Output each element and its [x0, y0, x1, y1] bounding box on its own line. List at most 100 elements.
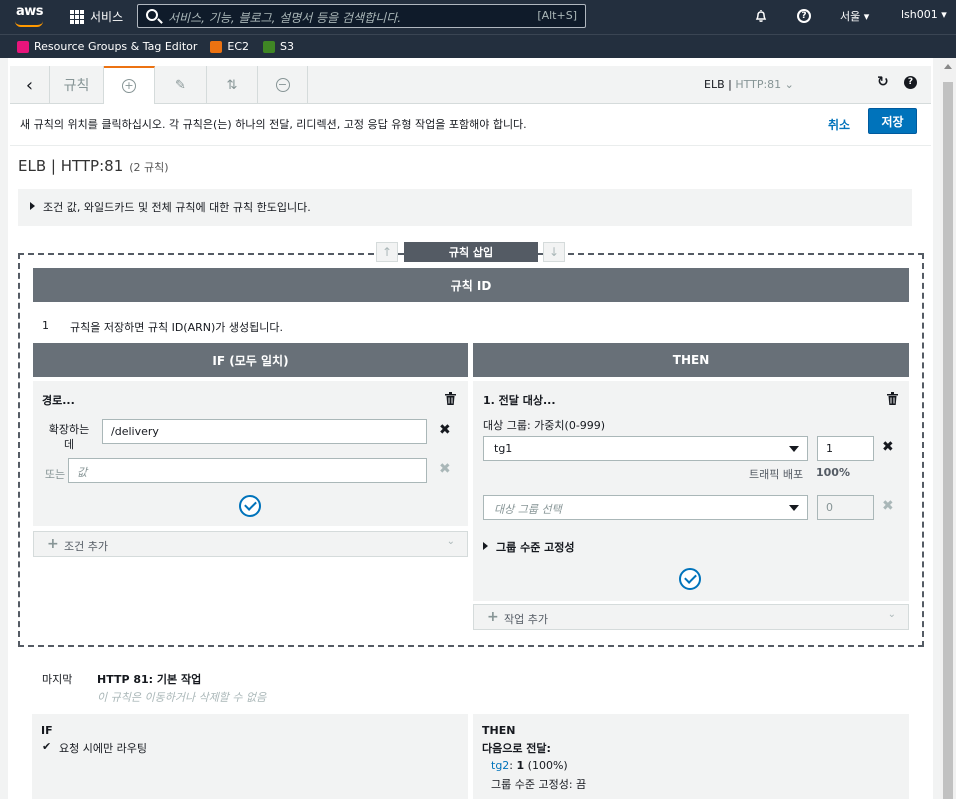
user-menu[interactable]: lsh001 ▾: [901, 8, 947, 21]
default-then-title: THEN: [482, 724, 516, 737]
plus-icon: +: [47, 536, 59, 552]
services-grid-icon: [70, 9, 84, 24]
condition-empty-input[interactable]: 값: [68, 458, 427, 483]
chevron-down-icon: ⌄: [887, 609, 896, 620]
chevron-down-icon: ⌄: [446, 536, 455, 547]
move-down-button[interactable]: ↓: [543, 242, 565, 262]
limits-note-text: 조건 값, 와일드카드 및 전체 규칙에 대한 규칙 한도입니다.: [43, 201, 311, 214]
scroll-up-icon[interactable]: [944, 64, 952, 69]
traffic-distribution-label: 트래픽 배포: [749, 468, 804, 481]
target-separator: :: [509, 759, 517, 772]
plus-icon: +: [487, 609, 499, 625]
add-action-button[interactable]: + 작업 추가 ⌄: [473, 604, 909, 630]
favorite-label: Resource Groups & Tag Editor: [34, 40, 198, 53]
search-shortcut: [Alt+S]: [537, 9, 577, 22]
services-label: 서비스: [90, 10, 124, 24]
vertical-scrollbar[interactable]: [940, 58, 956, 799]
favorites-bar: Resource Groups & Tag Editor EC2 S3: [0, 34, 956, 58]
search-icon: [146, 9, 158, 21]
add-action-label: 작업 추가: [504, 613, 548, 626]
add-condition-label: 조건 추가: [64, 540, 108, 553]
target-group-select-empty[interactable]: 대상 그룹 선택: [483, 495, 808, 520]
help-icon[interactable]: ?: [797, 9, 811, 23]
s3-icon: [263, 40, 276, 53]
confirm-check-icon[interactable]: [239, 495, 261, 517]
target-group-value: tg1: [494, 442, 513, 455]
refresh-icon[interactable]: ↻: [877, 74, 889, 90]
search-input[interactable]: 서비스, 기능, 블로그, 설명서 등을 검색합니다. [Alt+S]: [137, 4, 586, 28]
back-button[interactable]: ‹: [10, 66, 50, 104]
rules-toolbar: ‹ 규칙 + ✎ ⇅ − ELB | HTTP:81 ⌄ ↻ ?: [10, 66, 931, 104]
listener-prefix: ELB |: [704, 78, 736, 91]
favorite-s3[interactable]: S3: [263, 40, 294, 53]
remove-target-disabled-icon: ✖: [882, 498, 894, 514]
default-rule-then: THEN 다음으로 전달: tg2: 1 (100%) 그룹 수준 고정성: 끔: [473, 714, 909, 799]
limits-note[interactable]: 조건 값, 와일드카드 및 전체 규칙에 대한 규칙 한도입니다.: [18, 189, 912, 226]
remove-target-icon[interactable]: ✖: [882, 439, 894, 455]
aws-logo[interactable]: aws: [14, 4, 44, 28]
tab-reorder-rules[interactable]: ⇅: [207, 66, 258, 104]
rule-count: (2 규칙): [129, 161, 169, 174]
top-navigation: aws 서비스 서비스, 기능, 블로그, 설명서 등을 검색합니다. [Alt…: [0, 0, 956, 34]
remove-value-disabled-icon: ✖: [439, 461, 451, 477]
tab-rules[interactable]: 규칙: [50, 66, 104, 104]
target-weight: 1: [516, 759, 525, 772]
rule-id-header: 규칙 ID: [33, 268, 909, 302]
condition-value-input[interactable]: /delivery: [102, 419, 427, 444]
remove-value-icon[interactable]: ✖: [439, 422, 451, 438]
pencil-icon: ✎: [175, 77, 186, 93]
action-title: 1. 전달 대상...: [483, 394, 556, 407]
page-title: ELB | HTTP:81 (2 규칙): [18, 157, 169, 175]
save-button[interactable]: 저장: [868, 108, 917, 134]
insert-rule-label: 규칙 삽입: [404, 242, 538, 262]
bell-icon[interactable]: [754, 9, 768, 23]
condition-panel: 경로... 확장하는 데 /delivery ✖ 또는 값 ✖: [33, 381, 468, 526]
favorite-label: S3: [280, 40, 295, 53]
instruction-message: 새 규칙의 위치를 클릭하십시오. 각 규칙은(는) 하나의 전달, 리디렉션,…: [20, 118, 527, 131]
dropdown-caret-icon: [789, 505, 799, 511]
expand-triangle-icon: [483, 542, 488, 550]
condition-or-label: 또는: [44, 468, 66, 481]
tab-insert-rule[interactable]: +: [104, 66, 155, 104]
then-header: THEN: [473, 343, 909, 377]
cancel-button[interactable]: 취소: [828, 116, 850, 133]
group-stickiness-toggle[interactable]: 그룹 수준 고정성: [483, 539, 575, 555]
weight-input[interactable]: 1: [817, 436, 874, 461]
expand-triangle-icon: [30, 202, 35, 210]
target-group-select[interactable]: tg1: [483, 436, 808, 461]
default-if-text: 요청 시에만 라우팅: [59, 742, 147, 755]
help-icon[interactable]: ?: [904, 76, 917, 89]
last-rule-title: HTTP 81: 기본 작업: [97, 673, 202, 686]
resource-groups-icon: [17, 40, 29, 53]
forward-label: 다음으로 전달:: [482, 742, 551, 755]
if-header: IF (모두 일치): [33, 343, 468, 377]
favorite-ec2[interactable]: EC2: [210, 40, 249, 53]
add-condition-button[interactable]: + 조건 추가 ⌄: [33, 531, 468, 557]
rule-id-note: 규칙을 저장하면 규칙 ID(ARN)가 생성됩니다.: [70, 321, 283, 334]
services-menu[interactable]: 서비스: [70, 8, 123, 25]
target-group-label: 대상 그룹: 가중치(0-999): [483, 419, 606, 432]
page-title-text: ELB | HTTP:81: [18, 157, 124, 175]
move-up-button[interactable]: ↑: [376, 242, 398, 262]
trash-icon[interactable]: [445, 392, 456, 405]
last-rule-subtitle: 이 규칙은 이동하거나 삭제할 수 없음: [97, 691, 267, 704]
action-panel: 1. 전달 대상... 대상 그룹: 가중치(0-999) tg1 1 ✖ 트래…: [473, 381, 909, 601]
minus-circle-icon: −: [275, 78, 290, 92]
favorite-label: EC2: [227, 40, 250, 53]
trash-icon[interactable]: [887, 392, 898, 405]
rule-number: 1: [42, 319, 49, 332]
confirm-check-icon[interactable]: [679, 568, 701, 590]
condition-is-label: 확장하는 데: [48, 423, 90, 451]
tab-delete-rule[interactable]: −: [258, 66, 308, 104]
target-group-link[interactable]: tg2: [491, 759, 509, 772]
tab-edit-rule[interactable]: ✎: [155, 66, 207, 104]
region-selector[interactable]: 서울 ▾: [840, 8, 869, 24]
default-target: tg2: 1 (100%): [491, 759, 568, 772]
reorder-icon: ⇅: [226, 77, 238, 93]
favorite-resource-groups[interactable]: Resource Groups & Tag Editor: [17, 40, 197, 53]
condition-title: 경로...: [42, 394, 75, 407]
listener-selector[interactable]: ELB | HTTP:81 ⌄: [704, 78, 794, 91]
last-rule-label: 마지막: [42, 673, 73, 686]
target-percent: (100%): [524, 759, 568, 772]
scrollbar-thumb[interactable]: [943, 82, 953, 799]
